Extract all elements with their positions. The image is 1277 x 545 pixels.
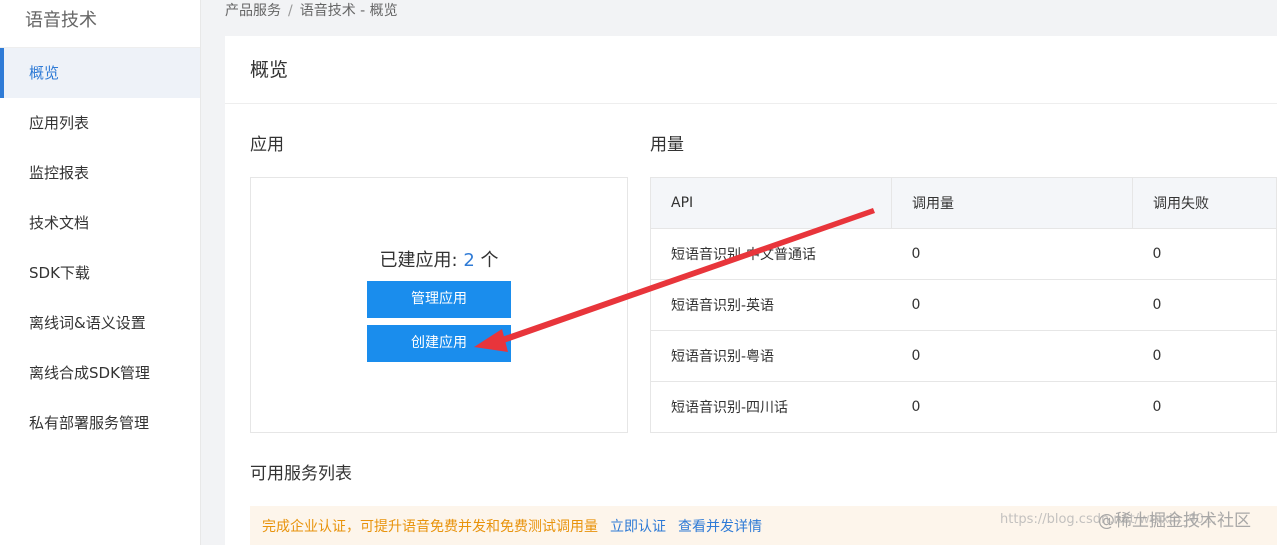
column-header-api: API xyxy=(650,177,892,229)
cell-api: 短语音识别-中文普通话 xyxy=(650,228,892,280)
watermark-site: @稀土掘金技术社区 xyxy=(1098,511,1251,531)
sidebar: 语音技术 概览 应用列表 监控报表 技术文档 SDK下载 离线词&语义设置 离线… xyxy=(0,0,201,545)
breadcrumb-current: 语音技术 - 概览 xyxy=(299,3,398,19)
sidebar-item-private-deploy[interactable]: 私有部署服务管理 xyxy=(0,398,200,448)
services-section-title: 可用服务列表 xyxy=(250,464,352,484)
concurrency-details-link[interactable]: 查看并发详情 xyxy=(678,519,762,535)
cell-failures: 0 xyxy=(1132,381,1277,433)
app-count-label: 已建应用: xyxy=(379,250,458,271)
page-title: 概览 xyxy=(225,36,1277,104)
table-row: 短语音识别-中文普通话 0 0 xyxy=(650,228,1277,280)
app-count-unit: 个 xyxy=(480,250,499,271)
cell-calls: 0 xyxy=(891,228,1133,280)
cell-api: 短语音识别-四川话 xyxy=(650,381,892,433)
cell-calls: 0 xyxy=(891,381,1133,433)
sidebar-item-sdk-download[interactable]: SDK下载 xyxy=(0,248,200,298)
sidebar-item-monitoring[interactable]: 监控报表 xyxy=(0,148,200,198)
sidebar-item-overview[interactable]: 概览 xyxy=(0,48,200,98)
table-row: 短语音识别-粤语 0 0 xyxy=(650,330,1277,382)
table-header-row: API 调用量 调用失败 xyxy=(650,177,1277,229)
breadcrumb-root[interactable]: 产品服务 xyxy=(225,3,281,19)
column-header-failures: 调用失败 xyxy=(1132,177,1277,229)
cell-failures: 0 xyxy=(1132,228,1277,280)
table-row: 短语音识别-英语 0 0 xyxy=(650,279,1277,331)
sidebar-item-app-list[interactable]: 应用列表 xyxy=(0,98,200,148)
verify-now-link[interactable]: 立即认证 xyxy=(610,519,666,535)
create-app-button[interactable]: 创建应用 xyxy=(367,325,511,362)
app-count: 已建应用: 2 个 xyxy=(251,246,627,272)
cell-api: 短语音识别-英语 xyxy=(650,279,892,331)
app-count-value[interactable]: 2 xyxy=(463,250,474,271)
cell-api: 短语音识别-粤语 xyxy=(650,330,892,382)
breadcrumb-separator: / xyxy=(288,3,293,19)
sidebar-title: 语音技术 xyxy=(0,0,200,48)
sidebar-item-docs[interactable]: 技术文档 xyxy=(0,198,200,248)
apps-card: 已建应用: 2 个 管理应用 创建应用 xyxy=(250,177,628,433)
manage-apps-button[interactable]: 管理应用 xyxy=(367,281,511,318)
main-panel: 概览 应用 用量 已建应用: 2 个 管理应用 创建应用 API 调用量 调用失… xyxy=(225,36,1277,545)
cell-failures: 0 xyxy=(1132,330,1277,382)
column-header-calls: 调用量 xyxy=(891,177,1133,229)
usage-section-title: 用量 xyxy=(650,135,684,155)
cell-failures: 0 xyxy=(1132,279,1277,331)
sidebar-item-offline-words[interactable]: 离线词&语义设置 xyxy=(0,298,200,348)
cell-calls: 0 xyxy=(891,330,1133,382)
breadcrumb: 产品服务 / 语音技术 - 概览 xyxy=(225,0,398,24)
sidebar-item-offline-tts-sdk[interactable]: 离线合成SDK管理 xyxy=(0,348,200,398)
usage-table: API 调用量 调用失败 短语音识别-中文普通话 0 0 短语音识别-英语 0 … xyxy=(650,177,1277,433)
cell-calls: 0 xyxy=(891,279,1133,331)
notice-text: 完成企业认证，可提升语音免费并发和免费测试调用量 xyxy=(262,519,598,535)
apps-section-title: 应用 xyxy=(250,135,284,155)
table-row: 短语音识别-四川话 0 0 xyxy=(650,381,1277,433)
